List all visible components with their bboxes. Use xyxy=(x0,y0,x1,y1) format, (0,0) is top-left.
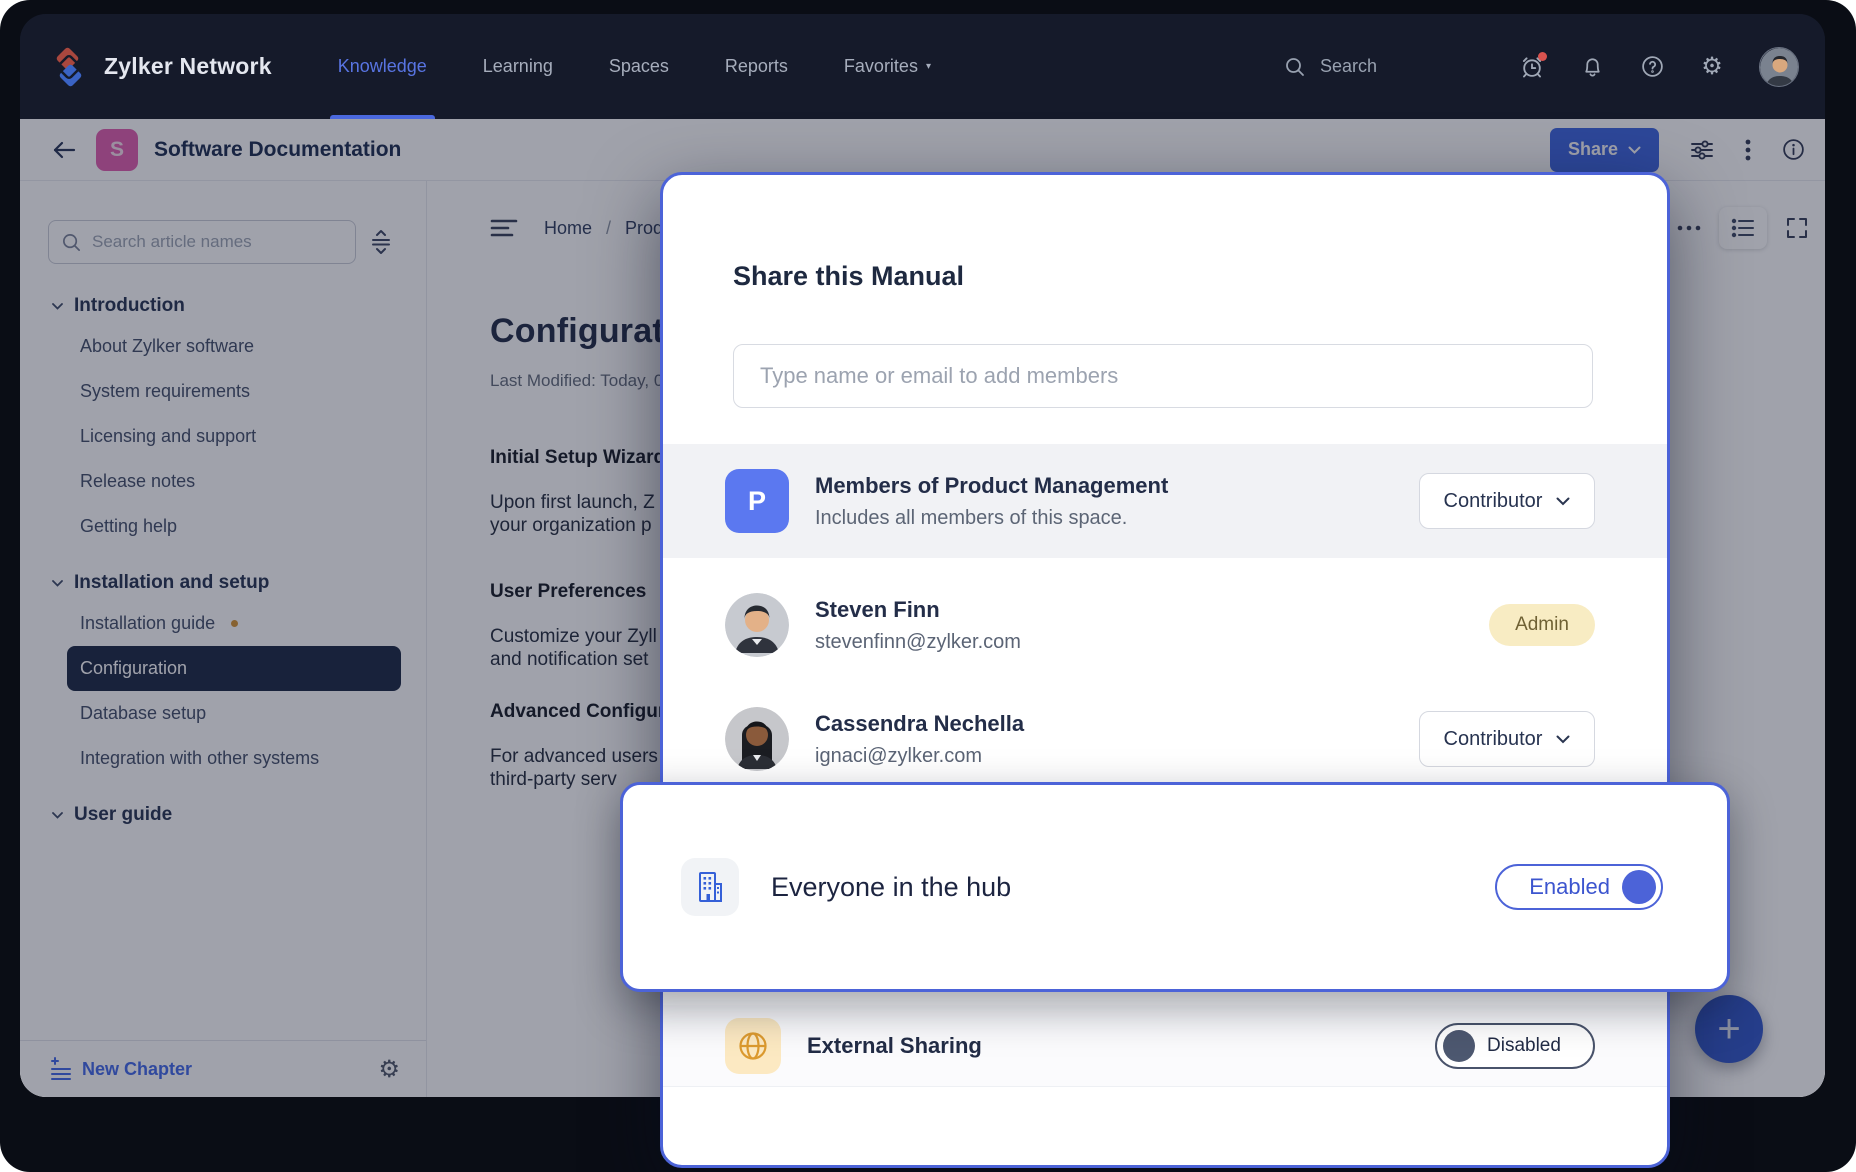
building-icon xyxy=(681,858,739,916)
modal-title: Share this Manual xyxy=(733,261,1597,292)
brand-name: Zylker Network xyxy=(104,53,272,80)
group-subtitle: Includes all members of this space. xyxy=(815,507,1168,530)
member-name: Steven Finn xyxy=(815,597,1021,623)
chevron-down-icon xyxy=(1556,497,1570,506)
member-row: Cassendra Nechella ignaci@zylker.com Con… xyxy=(663,688,1667,790)
chevron-down-icon xyxy=(1556,735,1570,744)
zylker-logo-icon xyxy=(48,46,90,88)
member-avatar xyxy=(725,707,789,771)
everyone-in-hub-card: Everyone in the hub Enabled xyxy=(620,782,1730,992)
primary-nav: Knowledge Learning Spaces Reports Favori… xyxy=(338,14,931,119)
nav-tab-reports[interactable]: Reports xyxy=(725,14,788,119)
search-label: Search xyxy=(1320,56,1377,77)
globe-icon xyxy=(725,1018,781,1074)
toggle-knob xyxy=(1443,1030,1475,1062)
member-row: Steven Finn stevenfinn@zylker.com Admin xyxy=(663,574,1667,676)
bell-icon[interactable] xyxy=(1579,54,1605,80)
admin-badge: Admin xyxy=(1489,604,1595,646)
hub-access-label: Everyone in the hub xyxy=(771,872,1011,903)
help-icon[interactable] xyxy=(1639,54,1665,80)
nav-tab-learning[interactable]: Learning xyxy=(483,14,553,119)
caret-down-icon: ▾ xyxy=(926,61,931,72)
navbar-right: Search ⚙ xyxy=(1284,47,1799,87)
global-search[interactable]: Search xyxy=(1284,56,1377,78)
hub-access-toggle[interactable]: Enabled xyxy=(1495,864,1663,910)
screenshot-frame: Zylker Network Knowledge Learning Spaces… xyxy=(0,0,1856,1172)
member-name: Cassendra Nechella xyxy=(815,711,1024,737)
external-sharing-label: External Sharing xyxy=(807,1033,982,1059)
reminder-alert-dot xyxy=(1538,52,1547,61)
top-navbar: Zylker Network Knowledge Learning Spaces… xyxy=(20,14,1825,119)
user-avatar[interactable] xyxy=(1759,47,1799,87)
search-icon xyxy=(1284,56,1306,78)
member-avatar xyxy=(725,593,789,657)
external-sharing-row: External Sharing Disabled xyxy=(663,1005,1667,1087)
brand[interactable]: Zylker Network xyxy=(48,46,272,88)
reminder-icon[interactable] xyxy=(1519,54,1545,80)
nav-tab-spaces[interactable]: Spaces xyxy=(609,14,669,119)
gear-icon[interactable]: ⚙ xyxy=(1699,54,1725,80)
role-dropdown[interactable]: Contributor xyxy=(1419,473,1595,529)
member-email: stevenfinn@zylker.com xyxy=(815,631,1021,654)
share-modal: Share this Manual P Members of Product M… xyxy=(660,172,1670,1168)
group-name: Members of Product Management xyxy=(815,473,1168,499)
role-dropdown[interactable]: Contributor xyxy=(1419,711,1595,767)
group-avatar: P xyxy=(725,469,789,533)
toggle-knob xyxy=(1622,870,1656,904)
group-member-row: P Members of Product Management Includes… xyxy=(663,444,1667,558)
nav-tab-favorites[interactable]: Favorites▾ xyxy=(844,14,931,119)
add-members-input[interactable] xyxy=(733,344,1593,408)
nav-tab-knowledge[interactable]: Knowledge xyxy=(338,14,427,119)
member-email: ignaci@zylker.com xyxy=(815,745,1024,768)
external-sharing-toggle[interactable]: Disabled xyxy=(1435,1023,1595,1069)
